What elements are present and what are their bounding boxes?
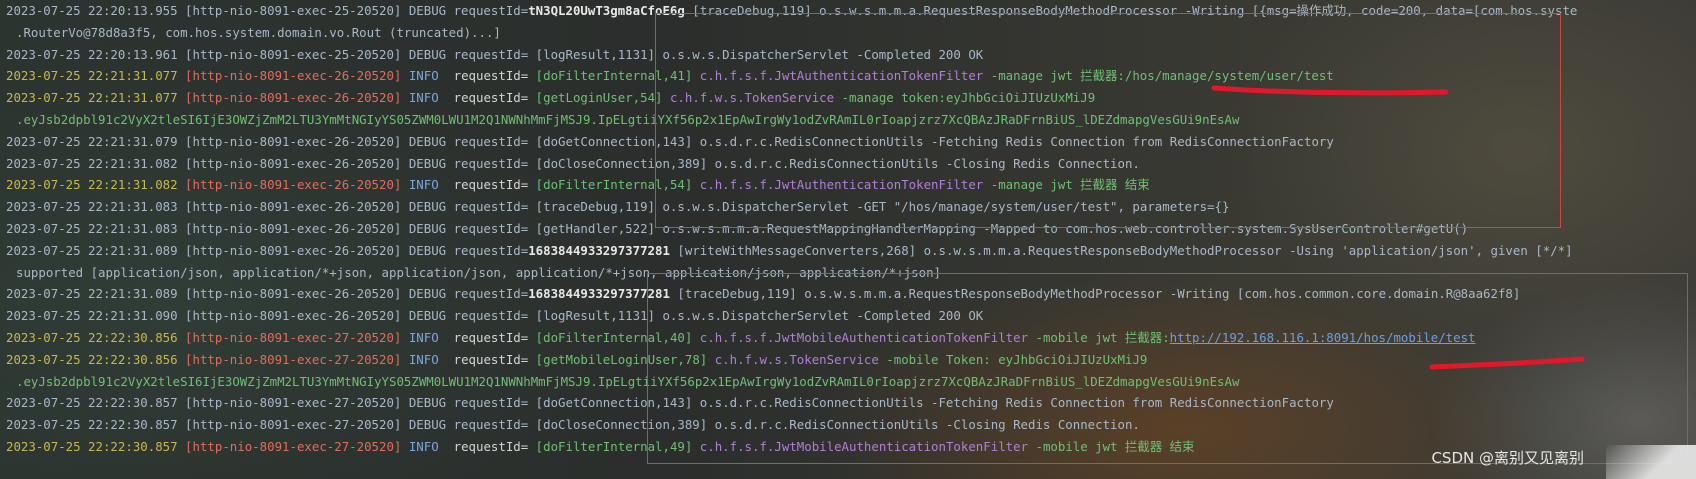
log-line[interactable]: 2023-07-25 22:22:30.856 [http-nio-8091-e… xyxy=(6,327,1696,349)
log-segment-plain: 2023-07-25 22:21:31.083 [http-nio-8091-e… xyxy=(6,220,1469,236)
log-line[interactable]: 2023-07-25 22:20:13.955 [http-nio-8091-e… xyxy=(6,0,1696,22)
log-segment-meth: [doFilterInternal,54] xyxy=(535,177,700,193)
log-segment-meth: -mobile jwt 拦截器: xyxy=(1035,329,1170,345)
log-segment-plain: 2023-07-25 22:20:13.955 [http-nio-8091-e… xyxy=(6,3,529,18)
log-line-continuation[interactable]: supported [application/json, application… xyxy=(6,262,1696,284)
log-line[interactable]: 2023-07-25 22:21:31.079 [http-nio-8091-e… xyxy=(6,131,1696,153)
log-line[interactable]: 2023-07-25 22:21:31.077 [http-nio-8091-e… xyxy=(6,65,1696,87)
log-segment-th: [http-nio-8091-exec-27-20520] xyxy=(185,351,409,367)
log-line[interactable]: 2023-07-25 22:22:30.857 [http-nio-8091-e… xyxy=(6,414,1696,436)
log-segment-cls: c.h.f.s.f.JwtMobileAuthenticationTokenFi… xyxy=(699,438,1036,454)
log-segment-cls: c.h.f.s.f.JwtMobileAuthenticationTokenFi… xyxy=(699,329,1036,345)
log-line-continuation[interactable]: .RouterVo@78d8a3f5, com.hos.system.domai… xyxy=(6,22,1696,44)
log-segment-th: [http-nio-8091-exec-26-20520] xyxy=(185,90,409,106)
log-segment-meth: [doFilterInternal,40] xyxy=(535,329,700,345)
log-segment-plain: .RouterVo@78d8a3f5, com.hos.system.domai… xyxy=(16,24,501,40)
log-segment-plain: 2023-07-25 22:20:13.961 [http-nio-8091-e… xyxy=(6,46,984,62)
log-segment-cls: c.h.f.w.s.TokenService xyxy=(669,90,842,106)
log-segment-meth: -manage jwt 拦截器 结束 xyxy=(990,177,1150,193)
log-segment-ts: 2023-07-25 22:22:30.857 xyxy=(6,438,186,454)
log-segment-plain: 2023-07-25 22:21:31.082 [http-nio-8091-e… xyxy=(6,155,1140,171)
log-line[interactable]: 2023-07-25 22:21:31.090 [http-nio-8091-e… xyxy=(6,305,1696,327)
csdn-watermark: CSDN @离别又见离别 xyxy=(1431,449,1584,467)
log-segment-ts: 2023-07-25 22:22:30.856 xyxy=(6,351,186,367)
log-segment-cls: c.h.f.s.f.JwtAuthenticationTokenFilter xyxy=(699,177,991,193)
log-segment-meth: -manage token:eyJhbGciOiJIUzUxMiJ9 xyxy=(841,90,1096,106)
log-segment-ts: 2023-07-25 22:21:31.082 xyxy=(6,177,186,193)
log-segment-meth: -mobile jwt 拦截器 结束 xyxy=(1035,438,1195,454)
log-segment-ts: 2023-07-25 22:21:31.077 xyxy=(6,90,186,106)
log-segment-plain: 2023-07-25 22:21:31.089 [http-nio-8091-e… xyxy=(6,242,529,258)
log-segment-info: INFO xyxy=(408,351,454,367)
log-segment-pfx: requestId= xyxy=(453,351,536,367)
log-segment-plain: [traceDebug,119] o.s.w.s.m.m.a.RequestRe… xyxy=(669,286,1521,302)
log-console-output[interactable]: 2023-07-25 22:20:13.955 [http-nio-8091-e… xyxy=(6,0,1696,458)
log-segment-meth: [doFilterInternal,41] xyxy=(535,68,700,84)
log-line[interactable]: 2023-07-25 22:21:31.082 [http-nio-8091-e… xyxy=(6,174,1696,196)
log-segment-th: [http-nio-8091-exec-26-20520] xyxy=(185,177,409,193)
log-segment-info: INFO xyxy=(408,68,454,84)
log-segment-pfx: requestId= xyxy=(453,90,536,106)
log-segment-cls: c.h.f.w.s.TokenService xyxy=(714,351,887,367)
log-line[interactable]: 2023-07-25 22:22:30.856 [http-nio-8091-e… xyxy=(6,349,1696,371)
log-segment-info: INFO xyxy=(408,329,454,345)
log-segment-meth: .eyJsb2dpbl91c2VyX2tleSI6IjE3OWZjZmM2LTU… xyxy=(16,111,1240,127)
log-line[interactable]: 2023-07-25 22:21:31.089 [http-nio-8091-e… xyxy=(6,283,1696,305)
log-line[interactable]: 2023-07-25 22:21:31.083 [http-nio-8091-e… xyxy=(6,218,1696,240)
log-segment-plain: [writeWithMessageConverters,268] o.s.w.s… xyxy=(669,242,1573,258)
log-segment-plain: 2023-07-25 22:21:31.083 [http-nio-8091-e… xyxy=(6,199,1230,215)
log-segment-meth: [getMobileLoginUser,78] xyxy=(535,351,715,367)
log-segment-bold: tN3QL20UwT3gm8aCfoE6g xyxy=(528,3,685,18)
corner-highlight xyxy=(1606,445,1696,479)
log-line-continuation[interactable]: .eyJsb2dpbl91c2VyX2tleSI6IjE3OWZjZmM2LTU… xyxy=(6,371,1696,393)
log-segment-info: INFO xyxy=(408,438,454,454)
log-segment-pfx: requestId= xyxy=(453,329,536,345)
log-segment-info: INFO xyxy=(408,177,454,193)
log-segment-pfx: requestId= xyxy=(453,438,536,454)
log-segment-plain: [traceDebug,119] o.s.w.s.m.m.a.RequestRe… xyxy=(684,3,1578,18)
log-segment-th: [http-nio-8091-exec-26-20520] xyxy=(185,68,409,84)
log-line[interactable]: 2023-07-25 22:21:31.083 [http-nio-8091-e… xyxy=(6,196,1696,218)
log-segment-pfx: requestId= xyxy=(453,177,536,193)
log-segment-meth: [getLoginUser,54] xyxy=(535,90,670,106)
log-segment-plain: supported [application/json, application… xyxy=(16,264,942,280)
log-segment-plain: 2023-07-25 22:21:31.090 [http-nio-8091-e… xyxy=(6,308,984,324)
log-segment-cls: c.h.f.s.f.JwtAuthenticationTokenFilter xyxy=(699,68,991,84)
log-segment-th: [http-nio-8091-exec-27-20520] xyxy=(185,438,409,454)
log-segment-meth: [doFilterInternal,49] xyxy=(535,438,700,454)
log-line[interactable]: 2023-07-25 22:21:31.077 [http-nio-8091-e… xyxy=(6,87,1696,109)
log-segment-th: [http-nio-8091-exec-27-20520] xyxy=(185,329,409,345)
log-segment-meth: .eyJsb2dpbl91c2VyX2tleSI6IjE3OWZjZmM2LTU… xyxy=(16,373,1240,389)
log-segment-plain: 2023-07-25 22:21:31.079 [http-nio-8091-e… xyxy=(6,133,1334,149)
log-line[interactable]: 2023-07-25 22:22:30.857 [http-nio-8091-e… xyxy=(6,392,1696,414)
log-line-continuation[interactable]: .eyJsb2dpbl91c2VyX2tleSI6IjE3OWZjZmM2LTU… xyxy=(6,109,1696,131)
log-segment-ts: 2023-07-25 22:21:31.077 xyxy=(6,68,186,84)
log-segment-meth: -manage jwt 拦截器:/hos/manage/system/user/… xyxy=(990,68,1334,84)
log-segment-bold: 1683844933297377281 xyxy=(528,242,670,258)
log-segment-meth: -mobile Token: eyJhbGciOiJIUzUxMiJ9 xyxy=(886,351,1148,367)
log-segment-ts: 2023-07-25 22:22:30.856 xyxy=(6,329,186,345)
log-segment-plain: 2023-07-25 22:22:30.857 [http-nio-8091-e… xyxy=(6,417,1140,433)
log-line[interactable]: 2023-07-25 22:21:31.089 [http-nio-8091-e… xyxy=(6,240,1696,262)
log-segment-info: INFO xyxy=(408,90,454,106)
log-segment-plain: 2023-07-25 22:21:31.089 [http-nio-8091-e… xyxy=(6,286,529,302)
log-line[interactable]: 2023-07-25 22:21:31.082 [http-nio-8091-e… xyxy=(6,153,1696,175)
log-segment-bold: 1683844933297377281 xyxy=(528,286,670,302)
log-segment-pfx: requestId= xyxy=(453,68,536,84)
log-line[interactable]: 2023-07-25 22:20:13.961 [http-nio-8091-e… xyxy=(6,44,1696,66)
log-segment-plain: 2023-07-25 22:22:30.857 [http-nio-8091-e… xyxy=(6,395,1334,411)
log-url-link[interactable]: http://192.168.116.1:8091/hos/mobile/tes… xyxy=(1170,330,1476,345)
